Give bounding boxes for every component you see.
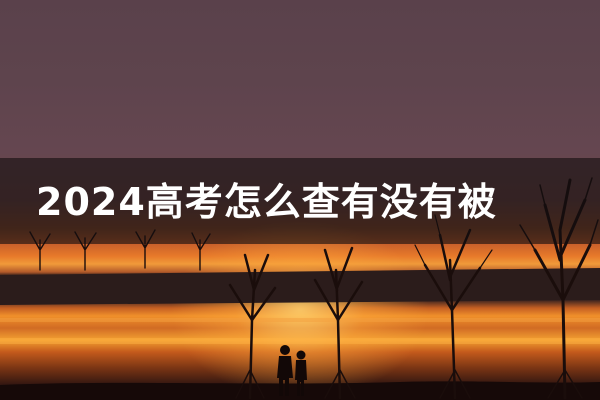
water-reflection-2 [0, 338, 600, 344]
water-reflection-1 [0, 318, 600, 322]
tree-center [313, 246, 364, 400]
far-shoreline [0, 268, 600, 305]
sunset-photo: 2024高考怎么查有没有被 [0, 0, 600, 400]
headline-text: 2024高考怎么查有没有被 [36, 180, 497, 224]
